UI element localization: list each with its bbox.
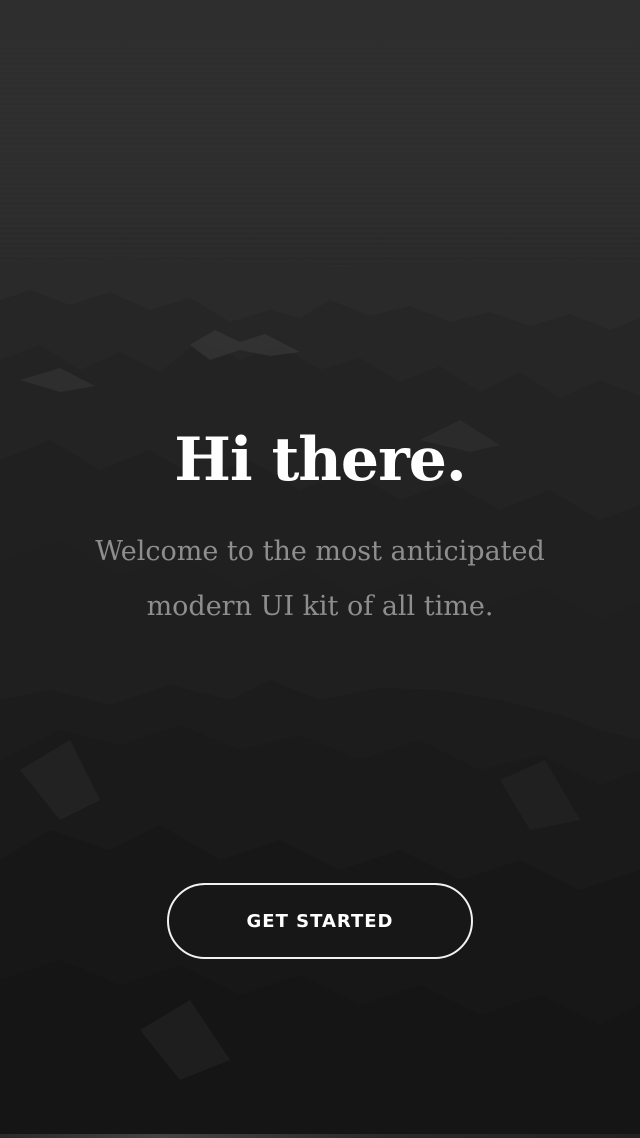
get-started-button[interactable]: GET STARTED	[167, 883, 473, 959]
welcome-subtitle: Welcome to the most anticipated modern U…	[80, 524, 560, 634]
welcome-screen: Hi there. Welcome to the most anticipate…	[0, 0, 640, 1138]
page-title: Hi there.	[174, 425, 467, 495]
subtitle-line-1: Welcome to the most anticipated	[95, 536, 545, 567]
home-indicator	[0, 1134, 640, 1138]
subtitle-line-2: modern UI kit of all time.	[146, 591, 494, 622]
welcome-content: Hi there. Welcome to the most anticipate…	[0, 0, 640, 1138]
